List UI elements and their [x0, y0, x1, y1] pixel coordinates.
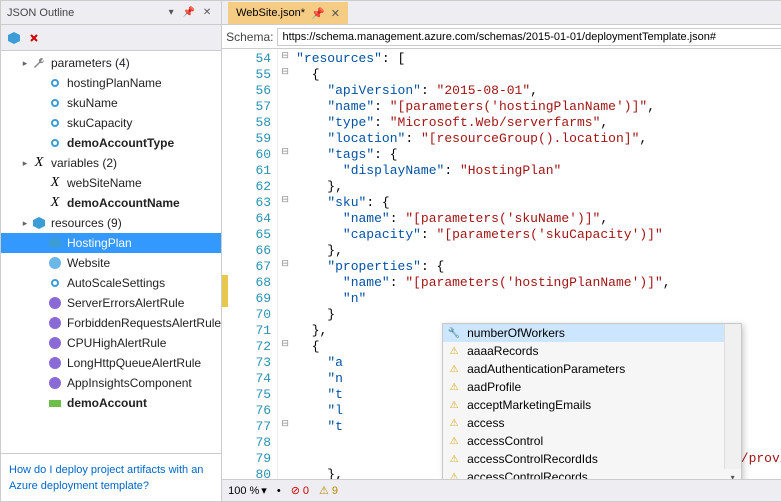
intellisense-item[interactable]: ⚠acceptMarketingEmails — [443, 396, 741, 414]
schema-label: Schema: — [226, 30, 273, 44]
warning-icon: ⚠ — [447, 416, 461, 430]
tree-node-var[interactable]: XwebSiteName — [1, 173, 221, 193]
intellisense-item[interactable]: ⚠aadProfile — [443, 378, 741, 396]
outline-help: How do I deploy project artifacts with a… — [1, 453, 221, 501]
tab-pin-icon[interactable]: 📌 — [311, 7, 325, 20]
outline-tree[interactable]: ▸parameters (4) hostingPlanName skuName … — [1, 51, 221, 453]
tree-node-resource[interactable]: LongHttpQueueAlertRule — [1, 353, 221, 373]
help-link[interactable]: How do I deploy project artifacts with a… — [9, 464, 203, 491]
tree-node-resource[interactable]: ServerErrorsAlertRule — [1, 293, 221, 313]
intellisense-popup[interactable]: 🔧numberOfWorkers ⚠aaaaRecords ⚠aadAuthen… — [442, 323, 742, 479]
intellisense-scrollbar[interactable] — [724, 324, 741, 469]
outline-title: JSON Outline — [7, 7, 161, 19]
status-bar: 100 % ▾ • ⊘0 ⚠9 — [222, 479, 781, 501]
variable-icon: X — [47, 195, 63, 211]
pin-icon[interactable]: 📌 — [181, 5, 197, 21]
warning-icon: ⚠ — [447, 362, 461, 376]
close-icon[interactable]: ✕ — [199, 5, 215, 21]
delete-icon[interactable] — [25, 29, 43, 47]
intellisense-item[interactable]: ⚠access — [443, 414, 741, 432]
error-icon: ⊘ — [291, 484, 300, 497]
tree-node-param[interactable]: demoAccountType — [1, 133, 221, 153]
warning-icon: ⚠ — [447, 434, 461, 448]
zoom-control[interactable]: 100 % ▾ — [228, 484, 267, 497]
warning-icon: ⚠ — [319, 484, 329, 497]
divider: • — [277, 485, 281, 497]
intellisense-item[interactable]: ⚠accessControlRecordIds — [443, 450, 741, 468]
tree-node-resource[interactable]: AutoScaleSettings — [1, 273, 221, 293]
intellisense-item[interactable]: ⚠aadAuthenticationParameters — [443, 360, 741, 378]
tree-node-resource[interactable]: Website — [1, 253, 221, 273]
warning-icon: ⚠ — [447, 344, 461, 358]
warning-count[interactable]: ⚠9 — [319, 484, 338, 497]
warning-icon: ⚠ — [447, 398, 461, 412]
schema-bar: Schema: ▾ — [222, 25, 781, 49]
variable-icon: X — [47, 175, 63, 191]
dropdown-icon[interactable]: ▾ — [163, 5, 179, 21]
chevron-down-icon[interactable]: ▾ — [261, 484, 267, 497]
tree-node-resources[interactable]: ▸resources (9) — [1, 213, 221, 233]
intellisense-scroll-down-icon[interactable]: ▾ — [724, 469, 741, 479]
tab-close-icon[interactable]: ✕ — [331, 7, 340, 20]
schema-input[interactable] — [277, 28, 781, 46]
tree-node-variables[interactable]: ▸Xvariables (2) — [1, 153, 221, 173]
code-editor[interactable]: 5455565758596061626364656667686970717273… — [222, 49, 781, 479]
resource-icon[interactable] — [5, 29, 23, 47]
json-outline-panel: JSON Outline ▾ 📌 ✕ ▸parameters (4) hosti… — [0, 0, 222, 502]
tree-node-param[interactable]: hostingPlanName — [1, 73, 221, 93]
editor-area: WebSite.json* 📌 ✕ Schema: ▾ 545556575859… — [222, 0, 781, 502]
tree-node-parameters[interactable]: ▸parameters (4) — [1, 53, 221, 73]
intellisense-item[interactable]: ⚠accessControl — [443, 432, 741, 450]
intellisense-item[interactable]: 🔧numberOfWorkers — [443, 324, 741, 342]
tree-node-var[interactable]: XdemoAccountName — [1, 193, 221, 213]
error-count[interactable]: ⊘0 — [291, 484, 309, 497]
tree-node-param[interactable]: skuName — [1, 93, 221, 113]
property-icon: 🔧 — [447, 326, 461, 340]
tree-node-param[interactable]: skuCapacity — [1, 113, 221, 133]
outline-header: JSON Outline ▾ 📌 ✕ — [1, 1, 221, 25]
warning-icon: ⚠ — [447, 452, 461, 466]
tree-node-resource[interactable]: demoAccount — [1, 393, 221, 413]
tab-bar: WebSite.json* 📌 ✕ — [222, 1, 781, 25]
tree-node-resource-hostingplan[interactable]: HostingPlan — [1, 233, 221, 253]
intellisense-item[interactable]: ⚠accessControlRecords — [443, 468, 741, 479]
warning-icon: ⚠ — [447, 380, 461, 394]
fold-gutter[interactable]: ⊟⊟⊟⊟⊟⊟⊟ — [278, 49, 292, 479]
tree-node-resource[interactable]: ForbiddenRequestsAlertRule — [1, 313, 221, 333]
code-content[interactable]: "resources": [ { "apiVersion": "2015-08-… — [292, 49, 781, 479]
line-gutter: 5455565758596061626364656667686970717273… — [228, 49, 278, 479]
warning-icon: ⚠ — [447, 470, 461, 479]
file-tab[interactable]: WebSite.json* 📌 ✕ — [228, 2, 348, 24]
tree-node-resource[interactable]: CPUHighAlertRule — [1, 333, 221, 353]
tab-label: WebSite.json* — [236, 7, 305, 19]
variable-icon: X — [31, 155, 47, 171]
intellisense-item[interactable]: ⚠aaaaRecords — [443, 342, 741, 360]
tree-node-resource[interactable]: AppInsightsComponent — [1, 373, 221, 393]
outline-toolbar — [1, 25, 221, 51]
